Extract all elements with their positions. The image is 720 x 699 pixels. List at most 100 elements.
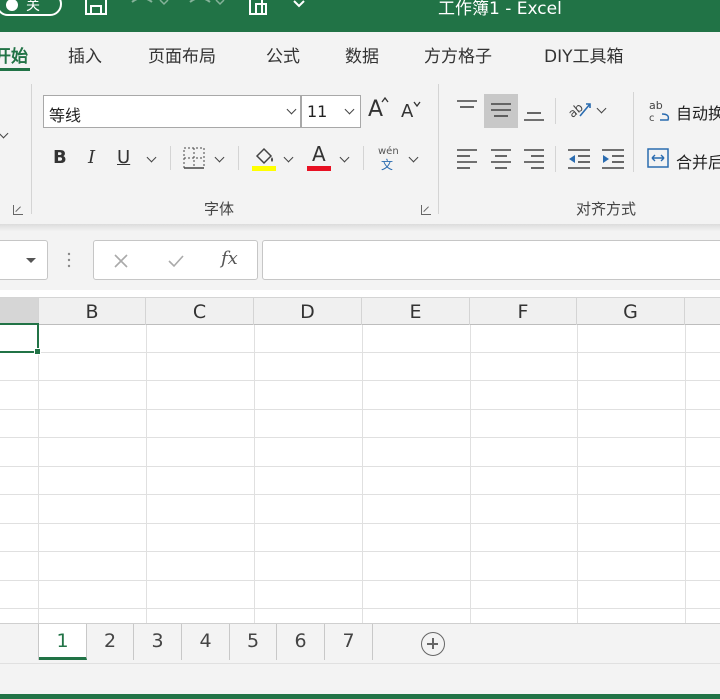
divider (238, 146, 239, 170)
tab-page-layout[interactable]: 页面布局 (148, 42, 216, 67)
svg-text:ab: ab (566, 100, 586, 120)
merge-center-button[interactable]: 合并后 (676, 149, 720, 173)
bold-button[interactable]: B (53, 147, 67, 168)
col-line (38, 325, 39, 623)
align-center-icon[interactable] (489, 146, 513, 170)
tab-formulas[interactable]: 公式 (266, 42, 300, 67)
enter-check-icon[interactable] (167, 253, 185, 269)
sheet-tab-2[interactable]: 2 (87, 624, 134, 660)
tab-insert[interactable]: 插入 (68, 42, 102, 67)
divider (555, 98, 556, 124)
column-header-b[interactable]: B (39, 298, 146, 326)
tab-home[interactable]: 开始 (0, 42, 28, 67)
col-line (685, 325, 686, 623)
tab-diy-toolbox[interactable]: DIY工具箱 (544, 42, 624, 67)
insert-function-button[interactable]: fx (221, 248, 238, 269)
sheet-tab-6[interactable]: 6 (277, 624, 325, 660)
row-line (0, 380, 720, 381)
phonetic-guide-button[interactable]: 文 (381, 156, 393, 173)
font-launcher-icon[interactable] (421, 205, 431, 215)
sheet-tab-1[interactable]: 1 (39, 624, 87, 660)
merge-center-icon[interactable] (646, 146, 670, 170)
window-title: 工作簿1 - Excel (438, 0, 562, 19)
font-size-value: 11 (307, 102, 328, 121)
font-size-combobox[interactable]: 11 (301, 95, 361, 128)
title-bar: 关 工作簿1 - Excel (0, 0, 720, 32)
clipboard-icon[interactable] (246, 0, 270, 18)
align-middle-icon[interactable] (489, 99, 513, 123)
row-line (0, 409, 720, 410)
chevron-down-icon[interactable] (344, 104, 355, 115)
column-header-d[interactable]: D (254, 298, 362, 326)
col-line (577, 325, 578, 623)
caret-down-icon (413, 101, 421, 108)
column-header-a[interactable] (0, 298, 39, 326)
fill-handle[interactable] (34, 348, 41, 355)
shrink-font-button[interactable]: A (401, 101, 413, 122)
caret-down-icon[interactable] (25, 257, 37, 265)
alignment-group-label: 对齐方式 (576, 200, 637, 218)
row-line (0, 580, 720, 581)
sheet-tab-7[interactable]: 7 (325, 624, 373, 660)
column-header-f[interactable]: F (470, 298, 577, 326)
font-color-button[interactable]: A (312, 142, 326, 166)
underline-button[interactable]: U (117, 147, 130, 168)
col-line (254, 325, 255, 623)
col-line (362, 325, 363, 623)
font-color-swatch (307, 166, 331, 171)
svg-text:c: c (649, 113, 655, 124)
row-line (0, 523, 720, 524)
align-left-icon[interactable] (455, 146, 479, 170)
align-top-icon[interactable] (455, 97, 479, 121)
column-header-h[interactable] (685, 298, 720, 326)
increase-indent-icon[interactable] (600, 146, 626, 170)
font-name-value: 等线 (49, 106, 82, 125)
row-line (0, 466, 720, 467)
col-line (146, 325, 147, 623)
column-header-g[interactable]: G (577, 298, 685, 326)
group-divider (438, 84, 439, 214)
ribbon-tabs: 开始 插入 页面布局 公式 数据 方方格子 DIY工具箱 (0, 32, 720, 74)
undo-icon[interactable] (126, 0, 170, 18)
cell-grid[interactable] (0, 325, 720, 623)
sheet-tab-5[interactable]: 5 (230, 624, 277, 660)
add-sheet-icon[interactable] (421, 632, 445, 656)
decrease-indent-icon[interactable] (566, 146, 592, 170)
column-header-e[interactable]: E (362, 298, 470, 326)
col-line (470, 325, 471, 623)
clipboard-launcher-icon[interactable] (13, 205, 23, 215)
name-box[interactable] (0, 240, 48, 280)
align-right-icon[interactable] (522, 146, 546, 170)
sheet-tab-4[interactable]: 4 (182, 624, 230, 660)
row-line (0, 437, 720, 438)
column-header-c[interactable]: C (146, 298, 254, 326)
align-bottom-icon[interactable] (522, 103, 546, 127)
orientation-icon[interactable]: ab (566, 96, 594, 124)
row-line (0, 352, 720, 353)
sheet-tab-3[interactable]: 3 (134, 624, 182, 660)
chevron-down-icon[interactable] (286, 104, 297, 115)
resize-handle-icon[interactable] (66, 250, 72, 270)
borders-icon[interactable] (182, 146, 206, 170)
font-name-combobox[interactable]: 等线 (43, 95, 301, 128)
tab-fangfang[interactable]: 方方格子 (424, 42, 492, 67)
status-accent (0, 694, 720, 699)
save-icon[interactable] (83, 0, 109, 18)
customize-qat-icon[interactable] (290, 0, 308, 18)
wrap-text-icon[interactable]: ab c (648, 98, 672, 124)
formula-input[interactable] (262, 240, 720, 280)
row-line (0, 494, 720, 495)
row-line (0, 608, 720, 609)
autosave-toggle[interactable]: 关 (0, 0, 62, 16)
tab-data[interactable]: 数据 (345, 42, 379, 67)
italic-button[interactable]: I (88, 147, 95, 168)
fill-color-icon[interactable] (251, 144, 277, 172)
active-tab-indicator (0, 68, 30, 71)
wrap-text-button[interactable]: 自动换 (676, 100, 720, 124)
divider (363, 146, 364, 170)
autosave-state: 关 (26, 0, 40, 14)
redo-icon[interactable] (186, 0, 230, 18)
cancel-icon[interactable] (113, 253, 129, 269)
sheet-tab-bar: 1 2 3 4 5 6 7 (0, 623, 720, 663)
svg-text:ab: ab (649, 99, 663, 112)
